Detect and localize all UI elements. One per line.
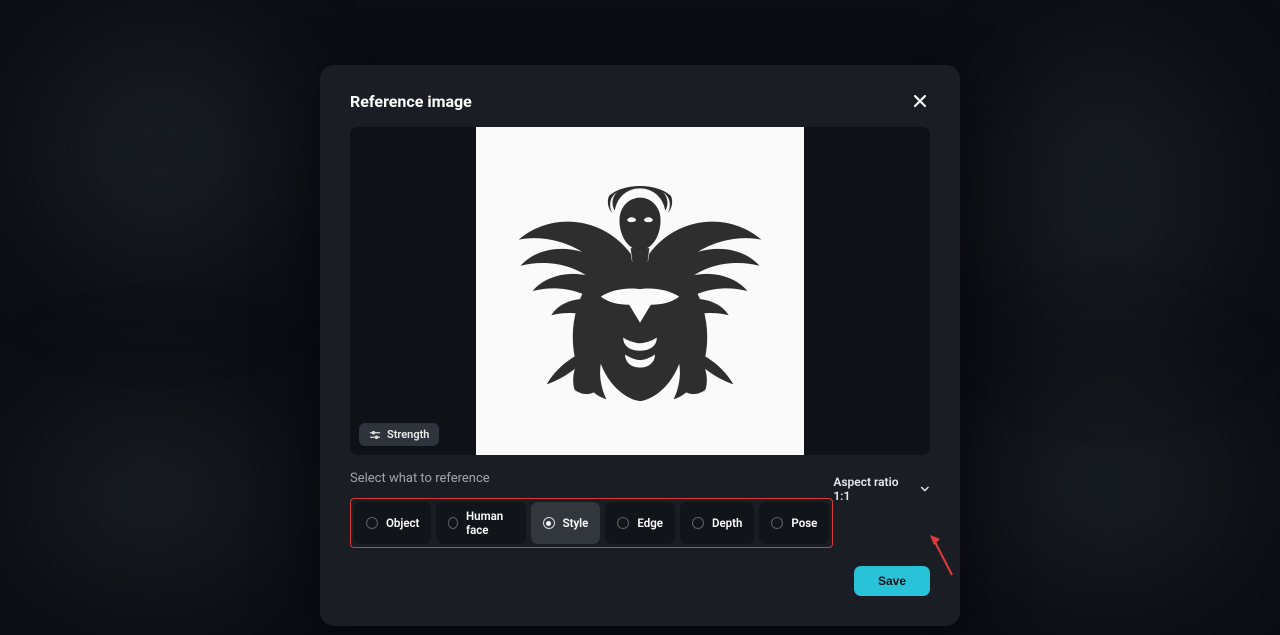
reference-image-container: Strength — [350, 127, 930, 455]
option-depth[interactable]: Depth — [680, 502, 754, 544]
select-what-label: Select what to reference — [350, 471, 833, 486]
radio-icon — [366, 517, 378, 529]
modal-header: Reference image — [350, 91, 930, 111]
aspect-ratio-label: Aspect ratio 1:1 — [833, 475, 915, 503]
sliders-icon — [369, 429, 381, 441]
option-label: Human face — [466, 509, 514, 537]
reference-image-modal: Reference image — [320, 65, 960, 626]
radio-icon — [543, 517, 555, 529]
option-edge[interactable]: Edge — [605, 502, 675, 544]
option-label: Object — [386, 516, 419, 530]
save-row: Save — [350, 566, 930, 596]
reference-select-group: Select what to reference Object Human fa… — [350, 471, 833, 548]
reference-image — [476, 127, 804, 455]
strength-button[interactable]: Strength — [359, 423, 439, 446]
option-label: Edge — [637, 516, 663, 530]
radio-icon — [692, 517, 704, 529]
radio-icon — [617, 517, 629, 529]
radio-icon — [448, 517, 458, 529]
aspect-ratio-dropdown[interactable]: Aspect ratio 1:1 — [833, 475, 930, 503]
option-label: Style — [563, 516, 589, 530]
save-button[interactable]: Save — [854, 566, 930, 596]
option-label: Depth — [712, 516, 742, 530]
modal-title: Reference image — [350, 92, 472, 111]
options-row: Object Human face Style Edge — [354, 502, 829, 544]
chevron-down-icon — [920, 484, 930, 494]
option-label: Pose — [791, 516, 817, 530]
strength-label: Strength — [387, 428, 429, 441]
option-human-face[interactable]: Human face — [436, 502, 525, 544]
close-icon — [912, 93, 928, 109]
option-object[interactable]: Object — [354, 502, 431, 544]
option-style[interactable]: Style — [531, 502, 601, 544]
radio-icon — [771, 517, 783, 529]
controls-row: Select what to reference Object Human fa… — [350, 471, 930, 548]
options-highlight-box: Object Human face Style Edge — [350, 498, 833, 548]
option-pose[interactable]: Pose — [759, 502, 829, 544]
close-button[interactable] — [910, 91, 930, 111]
